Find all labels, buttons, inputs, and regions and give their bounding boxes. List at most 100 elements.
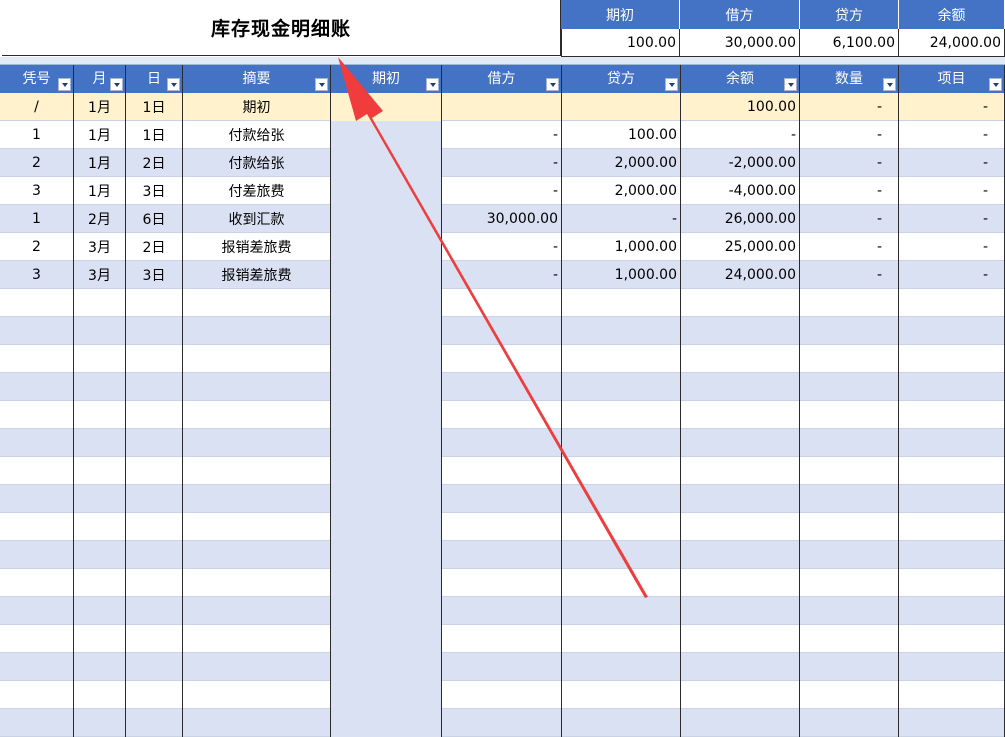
cell-qty[interactable]: [800, 429, 899, 457]
cell-qty[interactable]: [800, 317, 899, 345]
column-header-credit[interactable]: 贷方: [562, 65, 681, 93]
cell-opening[interactable]: [331, 317, 442, 345]
cell-qty[interactable]: -: [800, 121, 899, 149]
cell-month[interactable]: [74, 457, 126, 485]
cell-credit[interactable]: [562, 653, 681, 681]
cell-balance[interactable]: [681, 541, 800, 569]
cell-balance[interactable]: [681, 513, 800, 541]
cell-debit[interactable]: -: [442, 233, 562, 261]
cell-day[interactable]: 1日: [126, 93, 183, 121]
cell-month[interactable]: 1月: [74, 177, 126, 205]
cell-no[interactable]: [0, 373, 74, 401]
cell-opening[interactable]: [331, 709, 442, 737]
cell-debit[interactable]: [442, 625, 562, 653]
column-header-summary[interactable]: 摘要: [183, 65, 331, 93]
cell-credit[interactable]: 1,000.00: [562, 233, 681, 261]
column-header-quantity[interactable]: 数量: [800, 65, 899, 93]
cell-debit[interactable]: [442, 569, 562, 597]
cell-day[interactable]: 2日: [126, 149, 183, 177]
cell-item[interactable]: -: [899, 149, 1005, 177]
cell-no[interactable]: [0, 457, 74, 485]
cell-credit[interactable]: -: [562, 205, 681, 233]
cell-no[interactable]: 2: [0, 149, 74, 177]
cell-balance[interactable]: [681, 373, 800, 401]
cell-day[interactable]: [126, 485, 183, 513]
cell-day[interactable]: [126, 541, 183, 569]
cell-day[interactable]: [126, 401, 183, 429]
cell-month[interactable]: [74, 681, 126, 709]
cell-desc[interactable]: 付款给张: [183, 121, 331, 149]
cell-qty[interactable]: -: [800, 261, 899, 289]
column-header-month[interactable]: 月: [74, 65, 126, 93]
cell-day[interactable]: 6日: [126, 205, 183, 233]
cell-day[interactable]: [126, 625, 183, 653]
cell-no[interactable]: 3: [0, 261, 74, 289]
cell-desc[interactable]: [183, 625, 331, 653]
cell-desc[interactable]: 报销差旅费: [183, 233, 331, 261]
cell-day[interactable]: [126, 569, 183, 597]
cell-debit[interactable]: [442, 541, 562, 569]
cell-balance[interactable]: [681, 429, 800, 457]
cell-balance[interactable]: 25,000.00: [681, 233, 800, 261]
cell-debit[interactable]: [442, 317, 562, 345]
cell-item[interactable]: [899, 401, 1005, 429]
summary-value-credit[interactable]: 6,100.00: [800, 29, 899, 57]
cell-credit[interactable]: [562, 429, 681, 457]
cell-month[interactable]: [74, 709, 126, 737]
cell-item[interactable]: [899, 569, 1005, 597]
cell-qty[interactable]: -: [800, 149, 899, 177]
cell-qty[interactable]: [800, 401, 899, 429]
cell-credit[interactable]: 100.00: [562, 121, 681, 149]
cell-item[interactable]: -: [899, 93, 1005, 121]
cell-opening[interactable]: [331, 289, 442, 317]
cell-item[interactable]: [899, 345, 1005, 373]
cell-opening[interactable]: [331, 149, 442, 177]
cell-month[interactable]: [74, 513, 126, 541]
cell-no[interactable]: [0, 709, 74, 737]
cell-balance[interactable]: -2,000.00: [681, 149, 800, 177]
cell-item[interactable]: [899, 709, 1005, 737]
cell-no[interactable]: [0, 653, 74, 681]
cell-qty[interactable]: -: [800, 93, 899, 121]
summary-value-debit[interactable]: 30,000.00: [680, 29, 800, 57]
cell-qty[interactable]: [800, 289, 899, 317]
cell-debit[interactable]: [442, 513, 562, 541]
ledger-title[interactable]: 库存现金明细账: [2, 0, 561, 56]
summary-value-opening[interactable]: 100.00: [561, 29, 680, 57]
cell-no[interactable]: 1: [0, 121, 74, 149]
cell-month[interactable]: 1月: [74, 149, 126, 177]
cell-no[interactable]: [0, 345, 74, 373]
cell-item[interactable]: [899, 653, 1005, 681]
cell-no[interactable]: [0, 513, 74, 541]
cell-balance[interactable]: [681, 653, 800, 681]
cell-desc[interactable]: 付差旅费: [183, 177, 331, 205]
cell-qty[interactable]: [800, 709, 899, 737]
cell-opening[interactable]: [331, 121, 442, 149]
cell-month[interactable]: 3月: [74, 233, 126, 261]
cell-credit[interactable]: [562, 597, 681, 625]
cell-item[interactable]: -: [899, 233, 1005, 261]
cell-month[interactable]: [74, 653, 126, 681]
cell-qty[interactable]: [800, 625, 899, 653]
cell-opening[interactable]: [331, 345, 442, 373]
cell-no[interactable]: [0, 681, 74, 709]
cell-debit[interactable]: [442, 597, 562, 625]
column-header-opening[interactable]: 期初: [331, 65, 442, 93]
cell-opening[interactable]: [331, 597, 442, 625]
cell-month[interactable]: 3月: [74, 261, 126, 289]
cell-no[interactable]: [0, 401, 74, 429]
cell-desc[interactable]: 期初: [183, 93, 331, 121]
cell-desc[interactable]: 报销差旅费: [183, 261, 331, 289]
filter-dropdown-icon[interactable]: [883, 78, 896, 91]
cell-month[interactable]: [74, 625, 126, 653]
cell-day[interactable]: [126, 289, 183, 317]
cell-balance[interactable]: 26,000.00: [681, 205, 800, 233]
cell-desc[interactable]: [183, 429, 331, 457]
cell-balance[interactable]: [681, 457, 800, 485]
cell-month[interactable]: [74, 485, 126, 513]
cell-day[interactable]: [126, 709, 183, 737]
cell-no[interactable]: [0, 317, 74, 345]
cell-opening[interactable]: [331, 93, 442, 121]
summary-header-credit[interactable]: 贷方: [800, 0, 899, 29]
cell-desc[interactable]: [183, 597, 331, 625]
